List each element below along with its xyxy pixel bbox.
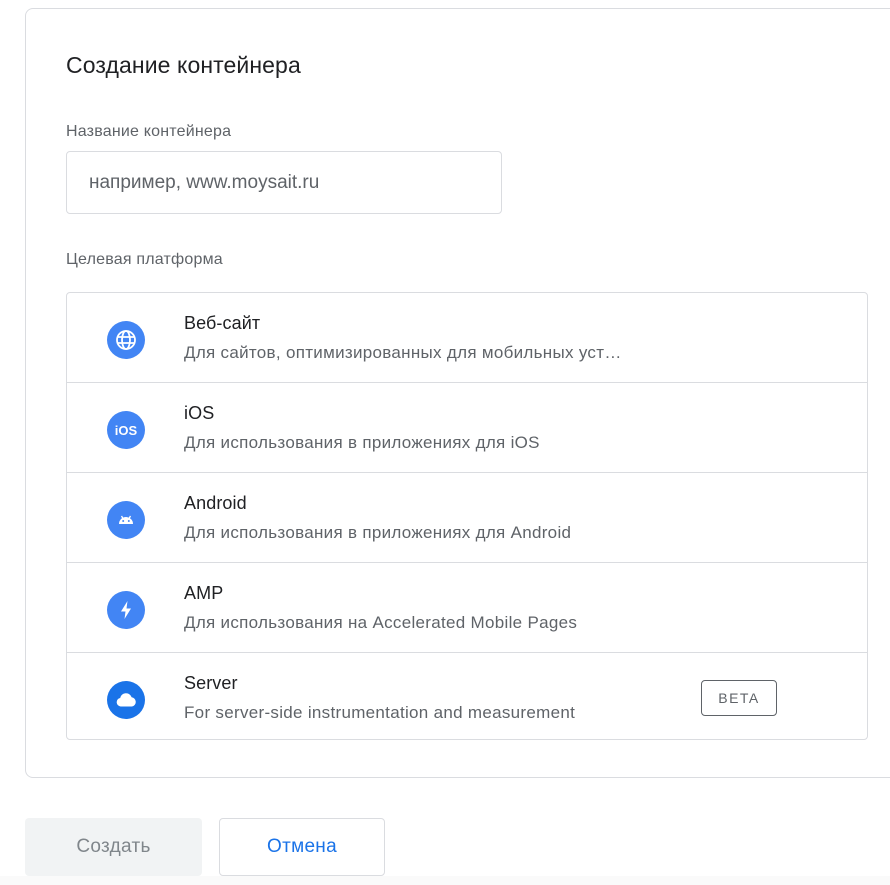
- platform-item-website[interactable]: Веб-сайт Для сайтов, оптимизированных дл…: [67, 293, 867, 383]
- ios-icon: iOS: [107, 411, 145, 449]
- cloud-icon: [107, 681, 145, 719]
- platform-description: For server-side instrumentation and meas…: [184, 703, 576, 722]
- platform-item-ios[interactable]: iOS iOS Для использования в приложениях …: [67, 383, 867, 473]
- platform-name: Веб-сайт: [184, 313, 261, 333]
- platform-item-android[interactable]: Android Для использования в приложениях …: [67, 473, 867, 563]
- create-button[interactable]: Создать: [25, 818, 202, 876]
- container-name-input[interactable]: [66, 151, 502, 214]
- create-container-card: Создание контейнера Название контейнера …: [25, 8, 890, 778]
- platform-description: Для сайтов, оптимизированных для мобильн…: [184, 343, 622, 362]
- platform-description: Для использования на Accelerated Mobile …: [184, 613, 578, 632]
- platform-name: Android: [184, 493, 247, 513]
- platform-name: Server: [184, 673, 238, 693]
- page-title: Создание контейнера: [66, 52, 301, 78]
- platform-list: Веб-сайт Для сайтов, оптимизированных дл…: [66, 292, 868, 740]
- lightning-icon: [107, 591, 145, 629]
- platform-item-server[interactable]: Server For server-side instrumentation a…: [67, 653, 867, 739]
- android-icon: [107, 501, 145, 539]
- svg-text:iOS: iOS: [115, 423, 138, 438]
- platform-name: AMP: [184, 583, 224, 603]
- cancel-button[interactable]: Отмена: [219, 818, 385, 876]
- platform-name: iOS: [184, 403, 215, 423]
- container-name-label: Название контейнера: [66, 123, 232, 140]
- beta-badge: BETA: [701, 680, 777, 716]
- bottom-divider: [0, 876, 890, 885]
- platform-description: Для использования в приложениях для Andr…: [184, 523, 572, 542]
- platform-description: Для использования в приложениях для iOS: [184, 433, 540, 452]
- platform-item-amp[interactable]: AMP Для использования на Accelerated Mob…: [67, 563, 867, 653]
- target-platform-label: Целевая платформа: [66, 251, 223, 268]
- globe-icon: [107, 321, 145, 359]
